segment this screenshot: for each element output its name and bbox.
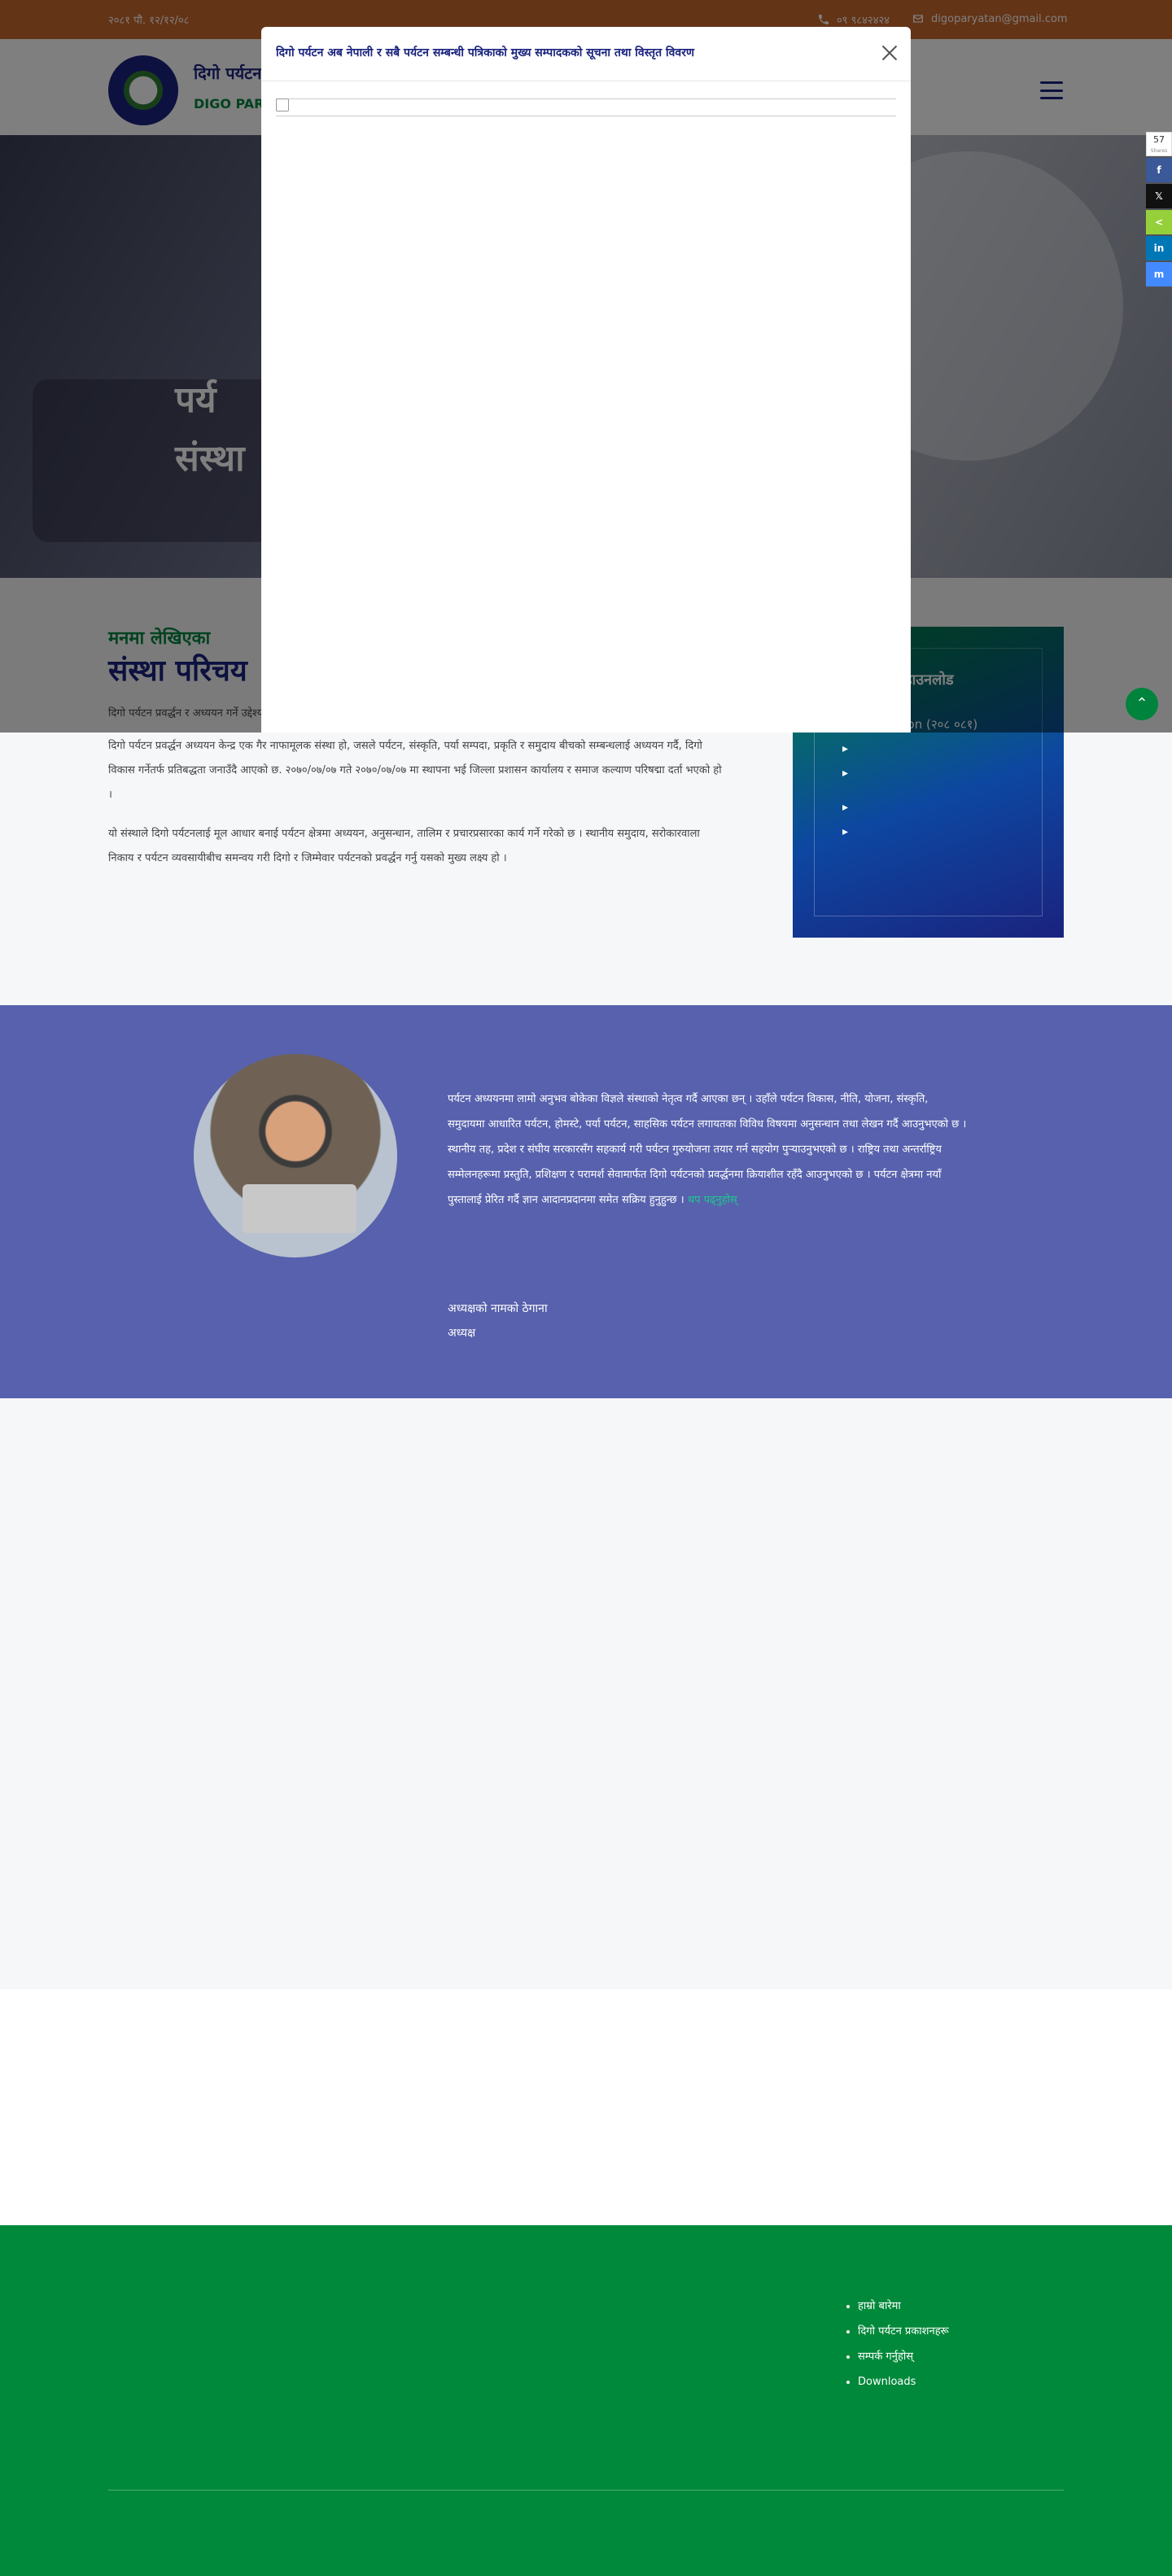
facebook-icon[interactable]: f xyxy=(1146,158,1172,182)
linkedin-icon[interactable]: in xyxy=(1146,236,1172,260)
modal-body xyxy=(276,98,896,717)
share-count: 57 Shares xyxy=(1146,132,1172,156)
site-footer: हाम्रो बारेमा दिगो पर्यटन प्रकाशनहरू सम्… xyxy=(0,2225,1172,2576)
embedded-image-frame xyxy=(276,98,896,116)
social-share-bar: 57 Shares f 𝕏 < in m xyxy=(1146,132,1172,286)
author-name: अध्यक्षको नामको ठेगाना xyxy=(448,1302,548,1315)
close-icon[interactable] xyxy=(878,42,901,64)
footer-link[interactable]: हाम्रो बारेमा xyxy=(858,2294,949,2319)
footer-link[interactable]: दिगो पर्यटन प्रकाशनहरू xyxy=(858,2319,949,2344)
author-bio-text: पर्यटन अध्ययनमा लामो अनुभव बोकेका विज्ञल… xyxy=(448,1093,967,1206)
laptop-image-shape xyxy=(243,1184,356,1233)
empty-section xyxy=(0,1398,1172,1989)
about-paragraph: दिगो पर्यटन प्रवर्द्धन अध्ययन केन्द्र एक… xyxy=(108,740,722,801)
read-more-link[interactable]: थप पढ्नुहोस् xyxy=(688,1194,737,1206)
footer-link[interactable]: सम्पर्क गर्नुहोस् xyxy=(858,2344,949,2369)
modal-title: दिगो पर्यटन अब नेपाली र सबै पर्यटन सम्बन… xyxy=(276,46,695,59)
share-count-label: Shares xyxy=(1150,148,1168,154)
footer-links: हाम्रो बारेमा दिगो पर्यटन प्रकाशनहरू सम्… xyxy=(842,2294,949,2394)
sidebar-link[interactable] xyxy=(834,761,1022,785)
share-count-value: 57 xyxy=(1153,134,1165,145)
sidebar-link[interactable] xyxy=(834,795,1022,820)
chevron-up-icon: ⌃ xyxy=(1135,695,1148,712)
author-avatar xyxy=(194,1054,397,1257)
author-role: अध्यक्ष xyxy=(448,1327,476,1340)
messenger-icon[interactable]: m xyxy=(1146,262,1172,286)
notice-modal: दिगो पर्यटन अब नेपाली र सबै पर्यटन सम्बन… xyxy=(261,27,911,733)
author-section: पर्यटन अध्ययनमा लामो अनुभव बोकेका विज्ञल… xyxy=(0,1005,1172,1398)
share-icon[interactable]: < xyxy=(1146,210,1172,234)
back-to-top-button[interactable]: ⌃ xyxy=(1126,688,1158,720)
empty-section xyxy=(0,1989,1172,2225)
author-bio: पर्यटन अध्ययनमा लामो अनुभव बोकेका विज्ञल… xyxy=(448,1087,969,1213)
about-paragraph: यो संस्थाले दिगो पर्यटनलाई मूल आधार बनाई… xyxy=(108,828,700,864)
x-icon[interactable]: 𝕏 xyxy=(1146,184,1172,208)
modal-header: दिगो पर्यटन अब नेपाली र सबै पर्यटन सम्बन… xyxy=(261,27,911,81)
footer-link[interactable]: Downloads xyxy=(858,2369,949,2394)
sidebar-link[interactable] xyxy=(834,737,1022,761)
broken-image-icon xyxy=(276,98,289,112)
footer-divider xyxy=(108,2490,1064,2491)
sidebar-link[interactable] xyxy=(834,820,1022,844)
